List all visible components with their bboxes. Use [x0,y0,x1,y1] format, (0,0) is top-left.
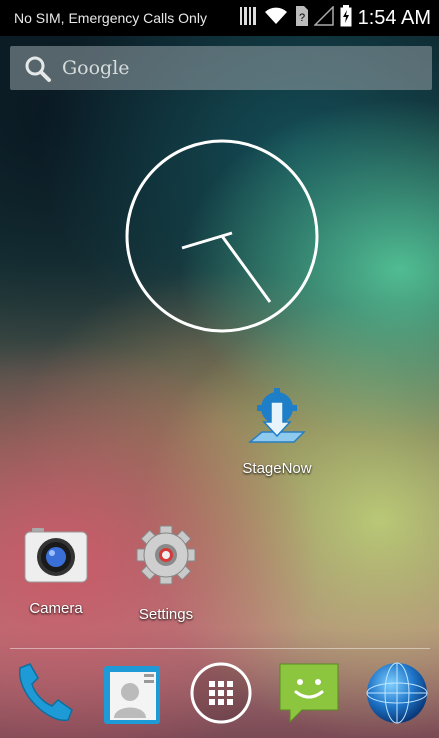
dock-contacts[interactable] [100,660,166,726]
app-settings[interactable]: Settings [124,524,208,623]
dock-browser[interactable] [364,660,430,726]
app-camera[interactable]: Camera [14,528,98,617]
app-camera-label: Camera [29,600,83,617]
search-label: Google [62,57,130,79]
camera-icon [24,528,88,584]
dock-messaging[interactable] [276,660,342,726]
status-bar: No SIM, Emergency Calls Only ? 1:54 AM [0,0,439,36]
carrier-text: No SIM, Emergency Calls Only [14,10,207,26]
app-stagenow[interactable]: StageNow [232,388,322,477]
barcode-icon [239,6,258,30]
status-clock: 1:54 AM [357,6,431,29]
search-icon [24,55,52,87]
signal-icon [312,5,334,30]
dock-divider [10,648,430,649]
messaging-icon [276,663,342,730]
contacts-icon [100,666,166,730]
svg-text:?: ? [299,12,305,24]
app-settings-label: Settings [138,606,194,623]
minute-hand [220,235,272,303]
google-search-bar[interactable]: Google [10,46,432,90]
app-stagenow-label: StageNow [242,460,312,477]
no-sim-icon: ? [294,6,308,30]
wifi-icon [264,7,288,29]
stagenow-icon [246,388,308,450]
settings-gear-icon [135,524,197,586]
browser-globe-icon [364,662,430,730]
app-drawer-icon [188,662,254,730]
analog-clock-widget[interactable] [124,138,320,334]
battery-icon [340,5,352,31]
dock-phone[interactable] [10,660,76,726]
dock-app-drawer[interactable] [188,660,254,726]
phone-icon [10,663,76,730]
